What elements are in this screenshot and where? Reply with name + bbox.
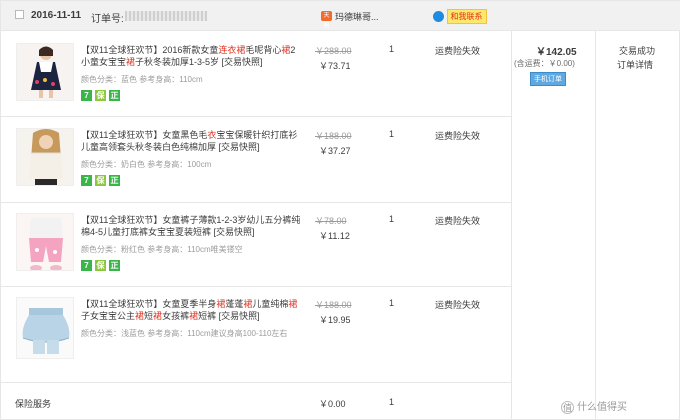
product-thumbnail[interactable]	[16, 213, 74, 271]
quantity: 1	[389, 214, 395, 224]
product-title-link[interactable]: 【双11全球狂欢节】2016新款女童连衣裙毛呢背心裙2小童女宝宝裙子秋冬装加厚1…	[81, 44, 301, 68]
title-fragment: 【双11全球狂欢节】女童裤子薄款1-2-3岁幼儿五分裤纯棉4-5儿童打底裤女宝宝…	[81, 215, 301, 237]
product-thumbnail[interactable]	[16, 43, 74, 101]
shipping-fee-note: (含运费：￥0.00)	[514, 59, 575, 68]
order-item-row: 【双11全球狂欢节】女童黑色毛衣宝宝保暖针织打底衫儿童高领套头秋冬装白色纯棉加厚…	[1, 117, 511, 202]
product-title-link[interactable]: 【双11全球狂欢节】女童夏季半身裙蓬蓬裙儿童纯棉裙子女宝宝公主裙短裙女孩裤裙短裤…	[81, 298, 301, 322]
title-fragment: 裙	[288, 299, 298, 309]
column-divider	[595, 31, 596, 420]
unit-price: ￥11.12	[319, 231, 350, 241]
service-tags: 7保正	[81, 260, 123, 272]
title-fragment: 儿童纯棉	[252, 299, 289, 309]
shipping-insurance-status: 运费险失效	[435, 216, 481, 226]
shipping-insurance-status: 运费险失效	[435, 46, 481, 56]
product-attributes: 颜色分类：粉红色 参考身高：110cm唯美镂空	[81, 245, 243, 254]
watermark-logo-icon: 值	[561, 400, 574, 414]
genuine-icon[interactable]: 正	[109, 175, 120, 186]
watermark: 值什么值得买	[561, 398, 627, 414]
order-total: ￥142.05	[536, 47, 577, 58]
contact-label: 和我联系	[446, 9, 487, 24]
quantity: 1	[389, 298, 395, 308]
guarantee-icon[interactable]: 保	[95, 90, 106, 101]
title-fragment: 【双11全球狂欢节】2016新款女童	[81, 45, 219, 55]
unit-price: ￥37.27	[319, 146, 351, 156]
product-thumbnail[interactable]	[16, 128, 74, 186]
product-attributes: 颜色分类：奶白色 参考身高：100cm	[81, 160, 212, 169]
contact-seller-button[interactable]: 和我联系	[433, 9, 487, 24]
genuine-icon[interactable]: 正	[109, 260, 120, 271]
title-fragment: 裙	[216, 299, 226, 309]
service-tags: 7保正	[81, 90, 123, 102]
title-fragment: 【双11全球狂欢节】女童夏季半身	[81, 299, 217, 309]
order-item-row: 【双11全球狂欢节】女童裤子薄款1-2-3岁幼儿五分裤纯棉4-5儿童打底裤女宝宝…	[1, 203, 511, 286]
trade-status: 交易成功	[619, 46, 656, 56]
title-fragment: 裙	[189, 311, 199, 321]
product-attributes: 颜色分类：蓝色 参考身高：110cm	[81, 75, 203, 84]
insurance-quantity: 1	[389, 397, 395, 407]
order-date: 2016-11-11	[31, 10, 82, 21]
title-fragment: 衣	[207, 130, 217, 140]
original-price: ￥78.00	[315, 216, 347, 226]
column-divider	[511, 31, 512, 420]
insurance-label: 保险服务	[15, 399, 52, 409]
order-item-row: 【双11全球狂欢节】2016新款女童连衣裙毛呢背心裙2小童女宝宝裙子秋冬装加厚1…	[1, 32, 511, 116]
order-number-redacted	[125, 11, 207, 21]
product-thumbnail[interactable]	[16, 297, 74, 359]
title-fragment: 毛呢背心	[245, 45, 282, 55]
chat-bubble-icon	[433, 11, 444, 22]
quantity: 1	[389, 129, 395, 139]
order-item-row: 【双11全球狂欢节】女童夏季半身裙蓬蓬裙儿童纯棉裙子女宝宝公主裙短裙女孩裤裙短裤…	[1, 287, 511, 382]
order-detail-link[interactable]: 订单详情	[617, 58, 653, 71]
title-fragment: 子秋冬装加厚1-3-5岁 [交易快照]	[135, 57, 263, 67]
seven-day-return-icon[interactable]: 7	[81, 175, 92, 186]
product-title-link[interactable]: 【双11全球狂欢节】女童黑色毛衣宝宝保暖针织打底衫儿童高领套头秋冬装白色纯棉加厚…	[81, 129, 301, 153]
product-attributes: 颜色分类：浅蓝色 参考身高：110cm建议身高100-110左右	[81, 329, 288, 338]
shipping-insurance-status: 运费险失效	[435, 131, 481, 141]
guarantee-icon[interactable]: 保	[95, 260, 106, 271]
unit-price: ￥73.71	[319, 61, 351, 71]
order-header: 2016-11-11 订单号: 天猫 玛德琳哥... 和我联系	[1, 1, 680, 31]
title-fragment: 短裤 [交易快照]	[198, 311, 260, 321]
mobile-order-badge: 手机订单	[530, 72, 566, 86]
insurance-price: ￥0.00	[319, 399, 346, 409]
original-price: ￥188.00	[315, 300, 352, 310]
title-fragment: 裙	[126, 57, 136, 67]
title-fragment: 裙	[135, 311, 145, 321]
title-fragment: 短	[144, 311, 154, 321]
original-price: ￥288.00	[315, 46, 352, 56]
title-fragment: 蓬蓬	[225, 299, 244, 309]
product-title-link[interactable]: 【双11全球狂欢节】女童裤子薄款1-2-3岁幼儿五分裤纯棉4-5儿童打底裤女宝宝…	[81, 214, 301, 238]
service-tags: 7保正	[81, 175, 123, 187]
shop-name-link[interactable]: 玛德琳哥...	[335, 10, 379, 23]
seven-day-return-icon[interactable]: 7	[81, 260, 92, 271]
order-checkbox[interactable]	[15, 10, 24, 19]
original-price: ￥188.00	[315, 131, 352, 141]
genuine-icon[interactable]: 正	[109, 90, 120, 101]
title-fragment: 连衣裙	[218, 45, 246, 55]
quantity: 1	[389, 44, 395, 54]
title-fragment: 女孩裤	[162, 311, 190, 321]
watermark-text: 什么值得买	[577, 402, 627, 413]
tmall-shop-icon: 天猫	[321, 11, 332, 29]
title-fragment: 裙	[153, 311, 163, 321]
order-number-label: 订单号:	[91, 14, 124, 25]
insurance-row: 保险服务 ￥0.00 1	[1, 382, 511, 420]
order-card: 2016-11-11 订单号: 天猫 玛德琳哥... 和我联系 【双11全球狂欢…	[0, 0, 680, 420]
seven-day-return-icon[interactable]: 7	[81, 90, 92, 101]
shipping-insurance-status: 运费险失效	[435, 300, 481, 310]
title-fragment: 子女宝宝公主	[81, 311, 136, 321]
guarantee-icon[interactable]: 保	[95, 175, 106, 186]
unit-price: ￥19.95	[319, 315, 351, 325]
title-fragment: 【双11全球狂欢节】女童黑色毛	[81, 130, 208, 140]
